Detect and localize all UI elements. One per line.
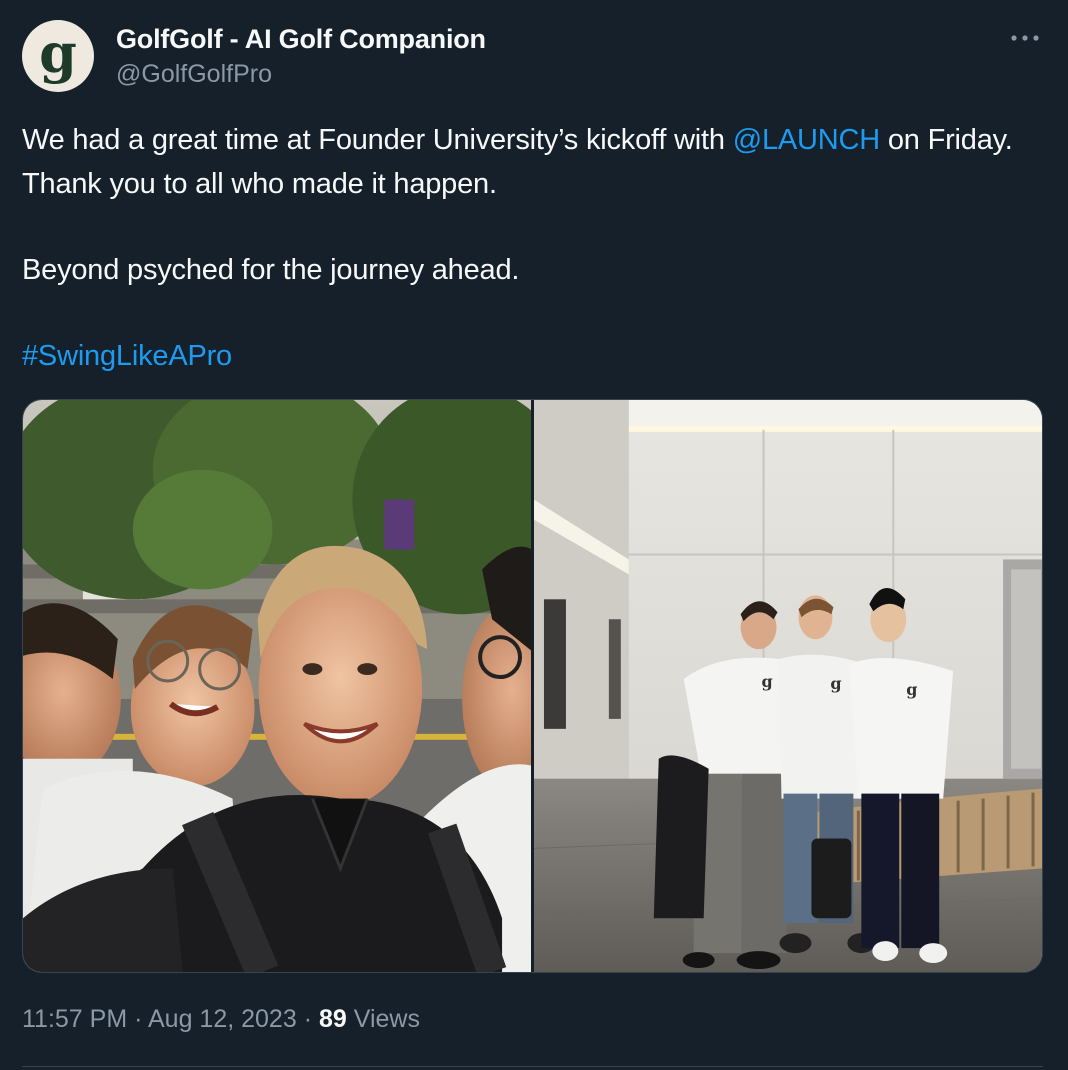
hashtag-link[interactable]: #SwingLikeAPro [22,340,232,372]
author-name[interactable]: GolfGolf - AI Golf Companion [116,24,486,55]
group-selfie-street-photo[interactable] [23,400,531,972]
meta-separator: · [127,1005,148,1033]
views-count: 89 [318,1005,347,1033]
meta-separator: · [296,1005,319,1033]
mention-link[interactable]: @LAUNCH [733,124,880,156]
svg-text:g: g [762,672,773,691]
avatar-letter: g [39,21,77,85]
media-grid: g g g [22,399,1043,973]
svg-text:g: g [830,674,841,693]
tweet-text: We had a great time at Founder Universit… [22,118,1032,378]
golfgolf-g-logo-icon: g [39,21,77,85]
tweet-card: g GolfGolf - AI Golf Companion @GolfGolf… [0,0,1068,1070]
divider [22,1066,1043,1067]
avatar[interactable]: g [22,20,94,92]
views-label: Views [346,1005,420,1033]
lobby-illustration: g g g [534,400,1042,972]
selfie-illustration [23,400,531,972]
author-handle[interactable]: @GolfGolfPro [116,60,272,89]
more-dots-icon [1011,35,1039,41]
tweet-time[interactable]: 11:57 PM [22,1005,127,1033]
tweet-paragraph-2: Beyond psyched for the journey ahead. [22,254,520,286]
team-in-lobby-photo[interactable]: g g g [534,400,1042,972]
tweet-paragraph-1: We had a great time at Founder Universit… [22,118,1032,206]
tweet-meta: 11:57 PM · Aug 12, 2023 · 89 Views [22,1005,420,1034]
tweet-text-before-mention: We had a great time at Founder Universit… [22,124,733,156]
more-options-button[interactable] [1008,26,1042,50]
svg-text:g: g [906,680,917,699]
tweet-date[interactable]: Aug 12, 2023 [148,1005,297,1033]
